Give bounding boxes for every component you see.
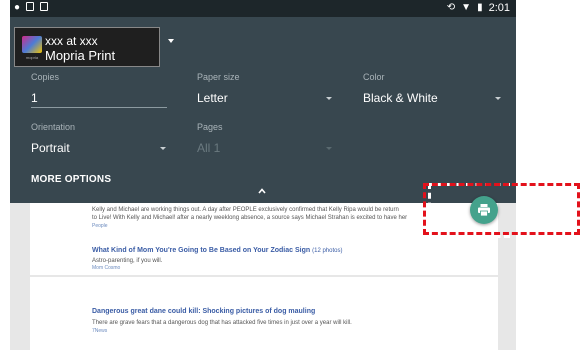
wifi-icon: ▼ [461, 2, 472, 13]
paper-size-select[interactable]: Letter [197, 91, 228, 105]
cast-icon [26, 2, 35, 11]
news-card: Dangerous great dane could kill: Shockin… [30, 277, 498, 350]
printer-name: Mopria Print [45, 48, 116, 63]
printer-dropdown-caret-icon[interactable] [168, 39, 174, 43]
orientation-select[interactable]: Portrait [31, 141, 70, 155]
copies-input[interactable]: 1 [31, 91, 38, 105]
pages-label: Pages [197, 122, 223, 132]
notification-icon: ● [14, 2, 21, 13]
news-source: 7News [92, 328, 108, 334]
color-label: Color [363, 72, 385, 82]
printer-selector[interactable]: mopria xxx at xxx Mopria Print [14, 27, 160, 67]
news-snippet: There are grave fears that a dangerous d… [92, 320, 352, 326]
status-bar: ● ⟲ ▼ ▮ 2:01 [10, 0, 516, 17]
print-options-panel: mopria xxx at xxx Mopria Print Copies 1 … [10, 17, 516, 203]
paper-size-label: Paper size [197, 72, 240, 82]
color-select[interactable]: Black & White [363, 91, 438, 105]
paper-size-caret-icon[interactable] [326, 97, 332, 100]
news-snippet: Astro-parenting, if you will. [92, 258, 163, 264]
news-source: Mom Cosmo [92, 265, 121, 271]
sim-icon [40, 2, 49, 11]
more-options-button[interactable]: MORE OPTIONS [31, 174, 111, 185]
sync-icon: ⟲ [446, 2, 456, 13]
highlight-annotation [423, 183, 580, 235]
collapse-chevron-icon[interactable] [258, 187, 266, 195]
printer-host: xxx at xxx [45, 34, 98, 48]
mopria-logo-icon: mopria [22, 36, 42, 60]
news-source: People [92, 223, 108, 229]
pages-caret-icon [326, 147, 332, 150]
android-screen: ● ⟲ ▼ ▮ 2:01 mopria xxx at xxx Mopria Pr… [10, 0, 516, 350]
copies-label: Copies [31, 72, 60, 82]
battery-icon: ▮ [477, 2, 483, 13]
news-headline[interactable]: What Kind of Mom You're Going to Be Base… [92, 247, 342, 254]
color-caret-icon[interactable] [495, 97, 501, 100]
news-headline[interactable]: Dangerous great dane could kill: Shockin… [92, 308, 315, 315]
orientation-label: Orientation [31, 122, 76, 132]
pages-select: All 1 [197, 141, 221, 155]
status-time: 2:01 [488, 2, 510, 14]
copies-underline [31, 107, 167, 108]
orientation-caret-icon[interactable] [160, 147, 166, 150]
